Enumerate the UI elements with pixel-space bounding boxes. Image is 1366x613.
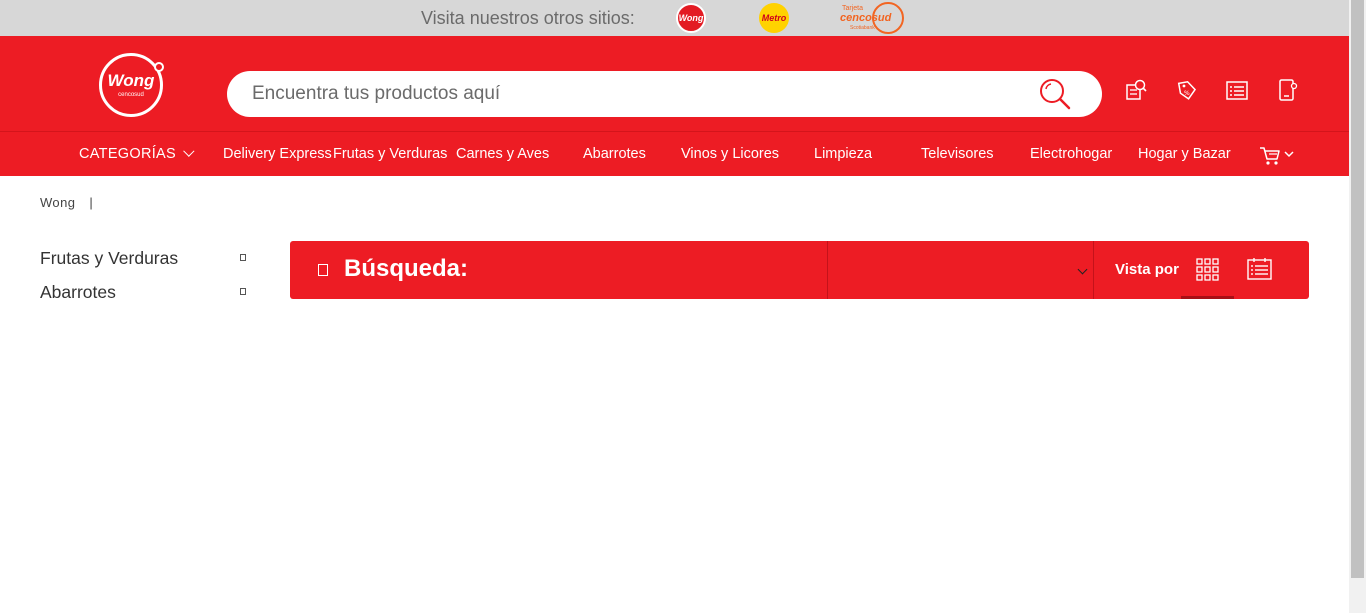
- page-scrollbar[interactable]: [1349, 0, 1366, 613]
- category-nav: CATEGORÍAS Delivery Express Frutas y Ver…: [0, 131, 1349, 176]
- sort-select[interactable]: [828, 241, 1093, 299]
- tarjeta-label: Tarjeta: [842, 5, 864, 12]
- nav-item-abarrotes[interactable]: Abarrotes: [583, 132, 646, 176]
- metro-logo: Metro: [761, 13, 787, 23]
- other-sites-bar: Visita nuestros otros sitios: Wong Metro…: [0, 0, 1349, 36]
- filter-toggle-icon[interactable]: [318, 264, 328, 276]
- search-icon[interactable]: [1038, 77, 1072, 111]
- expand-icon[interactable]: [240, 288, 246, 295]
- active-view-indicator: [1181, 296, 1234, 299]
- chevron-down-icon: [183, 145, 195, 157]
- sidebar-item-abarrotes[interactable]: Abarrotes: [40, 282, 116, 303]
- wong-logo: Wong: [678, 13, 704, 23]
- divider: [1093, 241, 1094, 299]
- list-view-button[interactable]: [1240, 241, 1290, 299]
- breadcrumb: Wong |: [40, 195, 93, 210]
- logo-dot-icon: [154, 62, 164, 72]
- nav-item-limpieza[interactable]: Limpieza: [814, 132, 872, 176]
- list-view-icon: [1247, 258, 1272, 280]
- sidebar-item-frutas-y-verduras[interactable]: Frutas y Verduras: [40, 248, 178, 269]
- metro-site-link[interactable]: Metro: [759, 3, 789, 33]
- nav-item-vinos-y-licores[interactable]: Vinos y Licores: [681, 132, 779, 176]
- grid-view-icon: [1196, 258, 1219, 281]
- svg-text:%: %: [1184, 90, 1190, 97]
- scrollbar-thumb[interactable]: [1351, 0, 1364, 578]
- nav-item-carnes-y-aves[interactable]: Carnes y Aves: [456, 132, 549, 176]
- nav-item-delivery-express[interactable]: Delivery Express: [223, 132, 332, 176]
- nav-item-electrohogar[interactable]: Electrohogar: [1030, 132, 1112, 176]
- scotiabank-label: Scotiabank: [850, 25, 875, 31]
- logo-subtext: cencosud: [118, 92, 144, 98]
- breadcrumb-separator: |: [89, 195, 94, 210]
- offers-tag-icon[interactable]: %: [1175, 78, 1199, 102]
- nav-item-televisores[interactable]: Televisores: [921, 132, 994, 176]
- search-input[interactable]: [252, 71, 1032, 117]
- cencosud-label: cencosud: [840, 12, 892, 24]
- mobile-icon[interactable]: [1275, 78, 1299, 102]
- list-icon[interactable]: [1225, 78, 1249, 102]
- site-header: Wong cencosud %: [0, 36, 1349, 131]
- view-label: Vista por: [1115, 261, 1179, 278]
- wong-site-link[interactable]: Wong: [676, 3, 706, 33]
- cart-icon[interactable]: [1258, 144, 1298, 166]
- search-bar: [227, 71, 1102, 117]
- expand-icon[interactable]: [240, 254, 246, 261]
- wong-home-logo[interactable]: Wong cencosud: [99, 53, 164, 117]
- search-results-title: Búsqueda:: [344, 255, 469, 282]
- categories-label: CATEGORÍAS: [79, 146, 176, 162]
- breadcrumb-home[interactable]: Wong: [40, 195, 75, 210]
- nav-item-frutas-y-verduras[interactable]: Frutas y Verduras: [333, 132, 447, 176]
- tarjeta-cencosud-site-link[interactable]: Tarjeta cencosud Scotiabank: [838, 2, 904, 34]
- order-search-icon[interactable]: [1124, 78, 1148, 102]
- search-results-bar: Búsqueda: Vista por: [290, 241, 1309, 299]
- nav-item-hogar-y-bazar[interactable]: Hogar y Bazar: [1138, 132, 1231, 176]
- grid-view-button[interactable]: [1181, 241, 1234, 299]
- categories-menu[interactable]: CATEGORÍAS: [79, 132, 195, 176]
- other-sites-label: Visita nuestros otros sitios:: [421, 8, 635, 28]
- logo-text: Wong: [107, 71, 155, 90]
